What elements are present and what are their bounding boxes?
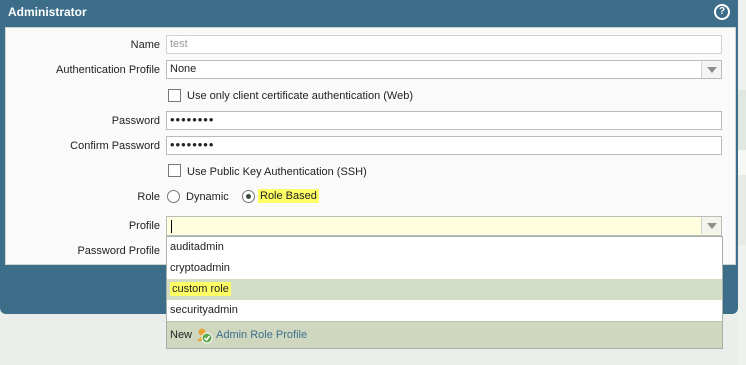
auth-profile-value: None [170, 63, 197, 75]
role-dynamic-radio[interactable] [167, 190, 180, 203]
new-label: New [170, 329, 193, 341]
dropdown-footer: New Admin Role Profile [167, 321, 722, 348]
dropdown-item-custom-role[interactable]: custom role [167, 279, 722, 300]
name-field[interactable]: test [166, 35, 722, 54]
profile-label: Profile [128, 220, 160, 232]
role-label: Role [137, 191, 160, 203]
auth-profile-label: Authentication Profile [56, 64, 160, 76]
confirm-password-label: Confirm Password [70, 140, 160, 152]
password-label: Password [111, 115, 160, 127]
auth-profile-select[interactable]: None [166, 60, 722, 79]
admin-role-icon [197, 328, 213, 344]
dialog-titlebar: Administrator ? [0, 0, 738, 26]
role-dynamic-label: Dynamic [186, 191, 229, 203]
name-label: Name [130, 39, 160, 51]
text-caret [171, 220, 172, 233]
dropdown-item-auditadmin[interactable]: auditadmin [167, 237, 722, 258]
public-key-label: Use Public Key Authentication (SSH) [187, 166, 367, 178]
role-based-label: Role Based [258, 189, 319, 203]
background-panel [738, 0, 746, 365]
dialog-title: Administrator [8, 5, 87, 19]
profile-dropdown-list: auditadmin cryptoadmin custom role secur… [166, 236, 723, 349]
dropdown-item-securityadmin[interactable]: securityadmin [167, 300, 722, 321]
help-icon[interactable]: ? [714, 4, 730, 20]
profile-combobox[interactable] [166, 216, 722, 236]
admin-role-profile-link[interactable]: Admin Role Profile [216, 322, 307, 349]
custom-role-label: custom role [170, 282, 231, 296]
password-field[interactable]: •••••••• [166, 111, 722, 130]
confirm-password-field[interactable]: •••••••• [166, 136, 722, 155]
chevron-down-icon[interactable] [701, 217, 721, 234]
password-profile-label: Password Profile [77, 245, 160, 257]
dropdown-item-cryptoadmin[interactable]: cryptoadmin [167, 258, 722, 279]
public-key-checkbox[interactable] [168, 164, 181, 177]
client-cert-label: Use only client certificate authenticati… [187, 90, 414, 102]
client-cert-checkbox[interactable] [168, 89, 181, 102]
chevron-down-icon[interactable] [701, 61, 721, 78]
role-based-radio[interactable] [242, 190, 255, 203]
